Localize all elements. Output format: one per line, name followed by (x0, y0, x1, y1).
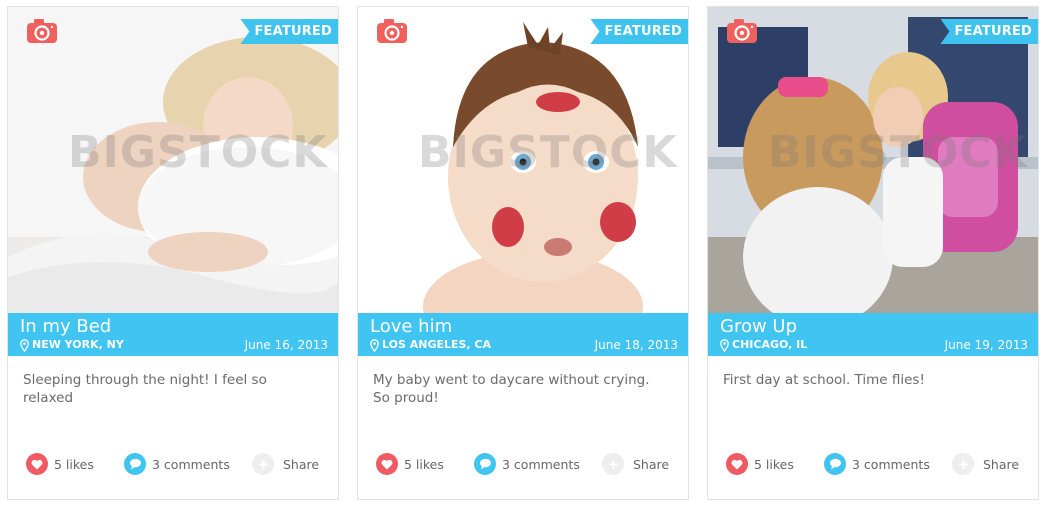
share-label: Share (633, 456, 670, 472)
post-text: Sleeping through the night! I feel so re… (23, 372, 267, 406)
likes-count: 5 likes (404, 456, 444, 472)
post-actions: 5 likes 3 comments Share (708, 450, 1038, 478)
camera-icon[interactable] (376, 18, 408, 44)
comments-count: 3 comments (502, 456, 580, 472)
post-info-bar: Love him LOS ANGELES, CA June 18, 2013 (358, 313, 688, 356)
post-photo[interactable]: BIGSTOCK FEATURED (358, 7, 688, 313)
post-title[interactable]: Love him (370, 316, 452, 338)
share-label: Share (283, 456, 320, 472)
location-label: NEW YORK, NY (32, 338, 124, 351)
share-button[interactable]: Share (602, 450, 669, 478)
location-pin-icon (370, 338, 379, 352)
post-text: My baby went to daycare without crying. … (373, 372, 650, 406)
comments-button[interactable]: 3 comments (474, 450, 580, 478)
post-card[interactable]: BIGSTOCK FEATURED Grow Up CHICAGO, IL Ju… (707, 6, 1039, 500)
post-actions: 5 likes 3 comments Share (358, 450, 688, 478)
comments-count: 3 comments (152, 456, 230, 472)
like-button[interactable]: 5 likes (726, 450, 794, 478)
likes-count: 5 likes (754, 456, 794, 472)
post-date: June 16, 2013 (244, 338, 328, 352)
share-label: Share (983, 456, 1020, 472)
location-pin-icon (720, 338, 729, 352)
featured-badge: FEATURED (590, 19, 688, 44)
post-card[interactable]: BIGSTOCK FEATURED In my Bed NEW YORK, NY… (7, 6, 339, 500)
post-info-bar: Grow Up CHICAGO, IL June 19, 2013 (708, 313, 1038, 356)
camera-icon[interactable] (726, 18, 758, 44)
comment-icon (474, 453, 496, 475)
share-icon (602, 453, 624, 475)
comment-icon (824, 453, 846, 475)
post-info-bar: In my Bed NEW YORK, NY June 16, 2013 (8, 313, 338, 356)
heart-icon (376, 453, 398, 475)
camera-icon[interactable] (26, 18, 58, 44)
post-text: First day at school. Time flies! (723, 372, 925, 388)
share-button[interactable]: Share (252, 450, 319, 478)
heart-icon (26, 453, 48, 475)
like-button[interactable]: 5 likes (26, 450, 94, 478)
post-location[interactable]: NEW YORK, NY (20, 337, 124, 353)
comments-count: 3 comments (852, 456, 930, 472)
post-location[interactable]: LOS ANGELES, CA (370, 337, 491, 353)
share-icon (252, 453, 274, 475)
post-date: June 19, 2013 (944, 338, 1028, 352)
post-photo[interactable]: BIGSTOCK FEATURED (708, 7, 1038, 313)
post-actions: 5 likes 3 comments Share (8, 450, 338, 478)
likes-count: 5 likes (54, 456, 94, 472)
share-icon (952, 453, 974, 475)
comments-button[interactable]: 3 comments (124, 450, 230, 478)
location-label: LOS ANGELES, CA (382, 338, 492, 351)
comment-icon (124, 453, 146, 475)
post-card[interactable]: BIGSTOCK FEATURED Love him LOS ANGELES, … (357, 6, 689, 500)
like-button[interactable]: 5 likes (376, 450, 444, 478)
heart-icon (726, 453, 748, 475)
post-date: June 18, 2013 (594, 338, 678, 352)
location-label: CHICAGO, IL (732, 338, 808, 351)
share-button[interactable]: Share (952, 450, 1019, 478)
featured-badge: FEATURED (240, 19, 338, 44)
post-title[interactable]: In my Bed (20, 316, 111, 338)
comments-button[interactable]: 3 comments (824, 450, 930, 478)
location-pin-icon (20, 338, 29, 352)
post-location[interactable]: CHICAGO, IL (720, 337, 807, 353)
post-title[interactable]: Grow Up (720, 316, 797, 338)
featured-badge: FEATURED (940, 19, 1038, 44)
post-photo[interactable]: BIGSTOCK FEATURED (8, 7, 338, 313)
